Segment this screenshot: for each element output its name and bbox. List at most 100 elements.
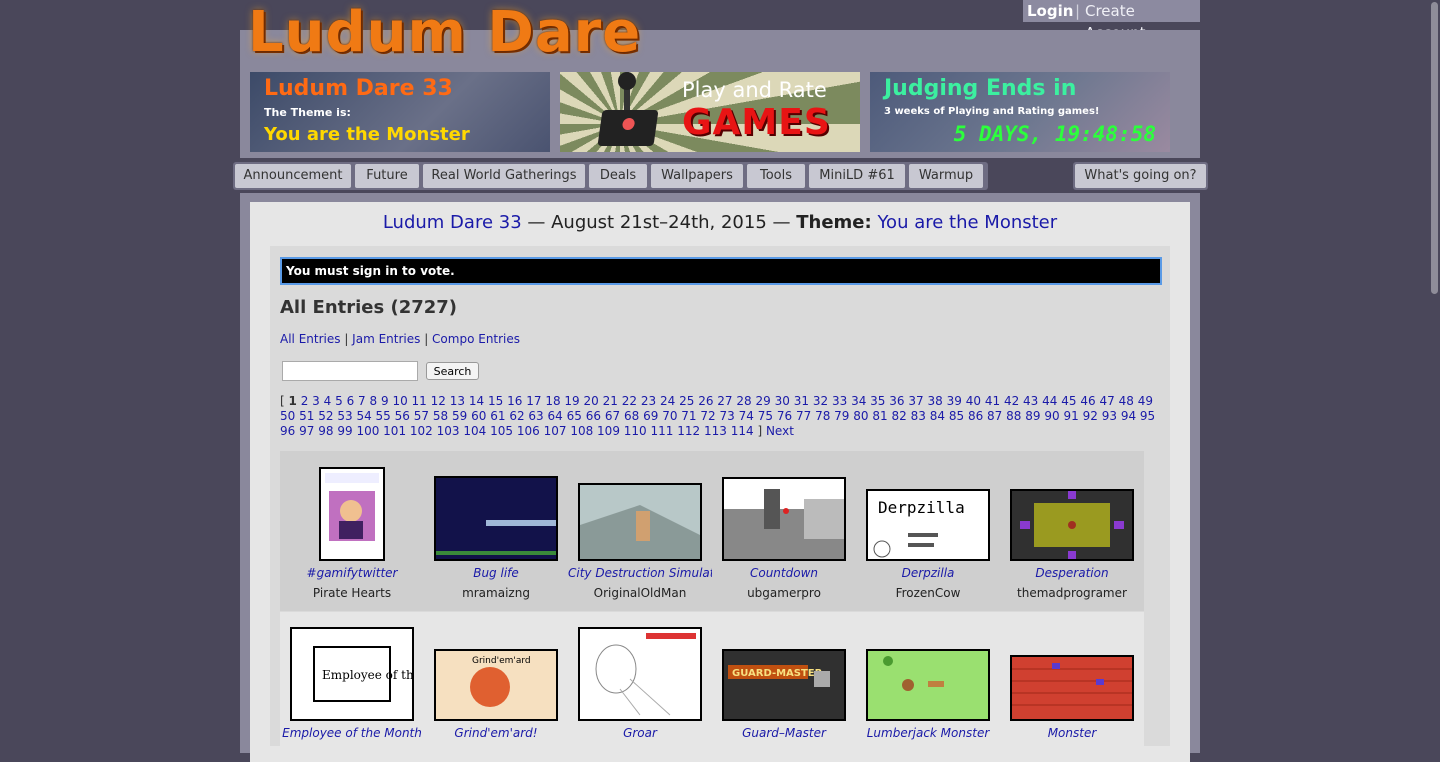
- tab-wallpapers[interactable]: Wallpapers: [651, 164, 743, 188]
- pager-page-link[interactable]: 112: [677, 424, 700, 438]
- entry-thumbnail[interactable]: [866, 649, 990, 721]
- event-name-link[interactable]: Ludum Dare 33: [383, 212, 522, 233]
- entry-card[interactable]: Groar: [568, 627, 712, 740]
- pager-page-link[interactable]: 79: [834, 409, 849, 423]
- pager-page-link[interactable]: 63: [528, 409, 543, 423]
- pager-page-link[interactable]: 108: [570, 424, 593, 438]
- pager-page-link[interactable]: 90: [1044, 409, 1059, 423]
- pager-page-link[interactable]: 49: [1138, 394, 1153, 408]
- pager-page-link[interactable]: 88: [1006, 409, 1021, 423]
- pager-page-link[interactable]: 107: [544, 424, 567, 438]
- pager-page-link[interactable]: 84: [930, 409, 945, 423]
- entry-card[interactable]: City Destruction Simulator 2015 Original…: [568, 483, 712, 600]
- site-logo[interactable]: Ludum Dare: [248, 4, 641, 62]
- pager-page-link[interactable]: 43: [1023, 394, 1038, 408]
- theme-banner[interactable]: Ludum Dare 33 The Theme is: You are the …: [250, 72, 550, 152]
- pager-page-link[interactable]: 69: [643, 409, 658, 423]
- pager-page-link[interactable]: 109: [597, 424, 620, 438]
- pager-page-link[interactable]: 5: [335, 394, 343, 408]
- pager-page-link[interactable]: 82: [892, 409, 907, 423]
- pager-page-link[interactable]: 39: [947, 394, 962, 408]
- entry-title[interactable]: Desperation: [1000, 566, 1144, 580]
- entry-title[interactable]: Grind'em'ard!: [424, 726, 568, 740]
- entry-title[interactable]: Bug life: [424, 566, 568, 580]
- entry-title[interactable]: Guard–Master: [712, 726, 856, 740]
- pager-page-link[interactable]: 34: [851, 394, 866, 408]
- entry-title[interactable]: #gamifytwitter: [280, 566, 424, 580]
- entry-card[interactable]: Desperation themadprogramer: [1000, 489, 1144, 600]
- pager-page-link[interactable]: 113: [704, 424, 727, 438]
- entry-thumbnail[interactable]: [578, 627, 702, 721]
- pager-page-link[interactable]: 60: [471, 409, 486, 423]
- pager-page-link[interactable]: 33: [832, 394, 847, 408]
- pager-page-link[interactable]: 35: [870, 394, 885, 408]
- tab-whats-going-on[interactable]: What's going on?: [1075, 164, 1206, 188]
- pager-page-link[interactable]: 104: [463, 424, 486, 438]
- pager-page-link[interactable]: 102: [410, 424, 433, 438]
- entry-author[interactable]: OriginalOldMan: [568, 586, 712, 600]
- entry-author[interactable]: FrozenCow: [856, 586, 1000, 600]
- entry-card[interactable]: #gamifytwitter Pirate Hearts: [280, 467, 424, 600]
- pager-page-link[interactable]: 75: [758, 409, 773, 423]
- entry-card[interactable]: Bug life mramaizng: [424, 476, 568, 600]
- pager-page-link[interactable]: 37: [908, 394, 923, 408]
- pager-page-link[interactable]: 110: [624, 424, 647, 438]
- pager-page-link[interactable]: 76: [777, 409, 792, 423]
- pager-page-link[interactable]: 92: [1083, 409, 1098, 423]
- pager-page-link[interactable]: 100: [356, 424, 379, 438]
- pager-page-link[interactable]: 23: [641, 394, 656, 408]
- tab-real-world-gatherings[interactable]: Real World Gatherings: [423, 164, 585, 188]
- pager-page-link[interactable]: 72: [700, 409, 715, 423]
- filter-compo-entries[interactable]: Compo Entries: [432, 332, 520, 346]
- pager-page-link[interactable]: 32: [813, 394, 828, 408]
- pager-page-link[interactable]: 111: [651, 424, 674, 438]
- entry-card[interactable]: Derpzilla Derpzilla FrozenCow: [856, 489, 1000, 600]
- pager-page-link[interactable]: 15: [488, 394, 503, 408]
- entry-title[interactable]: Lumberjack Monster: [856, 726, 1000, 740]
- tab-tools[interactable]: Tools: [747, 164, 805, 188]
- pager-page-link[interactable]: 87: [987, 409, 1002, 423]
- pager-page-link[interactable]: 16: [507, 394, 522, 408]
- pager-page-link[interactable]: 8: [370, 394, 378, 408]
- entry-title[interactable]: Monster: [1000, 726, 1144, 740]
- pager-page-link[interactable]: 6: [347, 394, 355, 408]
- entry-thumbnail[interactable]: Derpzilla: [866, 489, 990, 561]
- entry-title[interactable]: City Destruction Simulator 2015: [568, 566, 712, 580]
- pager-page-link[interactable]: 46: [1080, 394, 1095, 408]
- pager-page-link[interactable]: 81: [872, 409, 887, 423]
- pager-page-link[interactable]: 11: [412, 394, 427, 408]
- pager-page-link[interactable]: 38: [928, 394, 943, 408]
- pager-page-link[interactable]: 101: [383, 424, 406, 438]
- pager-page-link[interactable]: 53: [337, 409, 352, 423]
- pager-page-link[interactable]: 55: [376, 409, 391, 423]
- pager-page-link[interactable]: 103: [437, 424, 460, 438]
- pager-page-link[interactable]: 77: [796, 409, 811, 423]
- pager-page-link[interactable]: 22: [622, 394, 637, 408]
- entry-author[interactable]: Pirate Hearts: [280, 586, 424, 600]
- pager-page-link[interactable]: 56: [395, 409, 410, 423]
- pager-page-link[interactable]: 58: [433, 409, 448, 423]
- entry-thumbnail[interactable]: [722, 477, 846, 561]
- pager-page-link[interactable]: 65: [567, 409, 582, 423]
- pager-page-link[interactable]: 19: [564, 394, 579, 408]
- pager-page-link[interactable]: 80: [853, 409, 868, 423]
- entry-author[interactable]: mramaizng: [424, 586, 568, 600]
- pager-page-link[interactable]: 114: [731, 424, 754, 438]
- pager-page-link[interactable]: 25: [679, 394, 694, 408]
- pager-page-link[interactable]: 17: [526, 394, 541, 408]
- pager-page-link[interactable]: 4: [324, 394, 332, 408]
- entry-title[interactable]: Groar: [568, 726, 712, 740]
- pager-page-link[interactable]: 67: [605, 409, 620, 423]
- search-input[interactable]: [282, 361, 418, 381]
- play-rate-banner[interactable]: Play and Rate GAMES: [560, 72, 860, 152]
- pager-page-link[interactable]: 59: [452, 409, 467, 423]
- pager-page-link[interactable]: 93: [1102, 409, 1117, 423]
- entry-card[interactable]: Lumberjack Monster: [856, 649, 1000, 740]
- pager-page-link[interactable]: 30: [775, 394, 790, 408]
- tab-deals[interactable]: Deals: [589, 164, 647, 188]
- pager-page-link[interactable]: 44: [1042, 394, 1057, 408]
- pager-page-link[interactable]: 73: [720, 409, 735, 423]
- entry-card[interactable]: GUARD-MASTER Guard–Master: [712, 649, 856, 740]
- entry-card[interactable]: Monster: [1000, 655, 1144, 740]
- pager-page-link[interactable]: 45: [1061, 394, 1076, 408]
